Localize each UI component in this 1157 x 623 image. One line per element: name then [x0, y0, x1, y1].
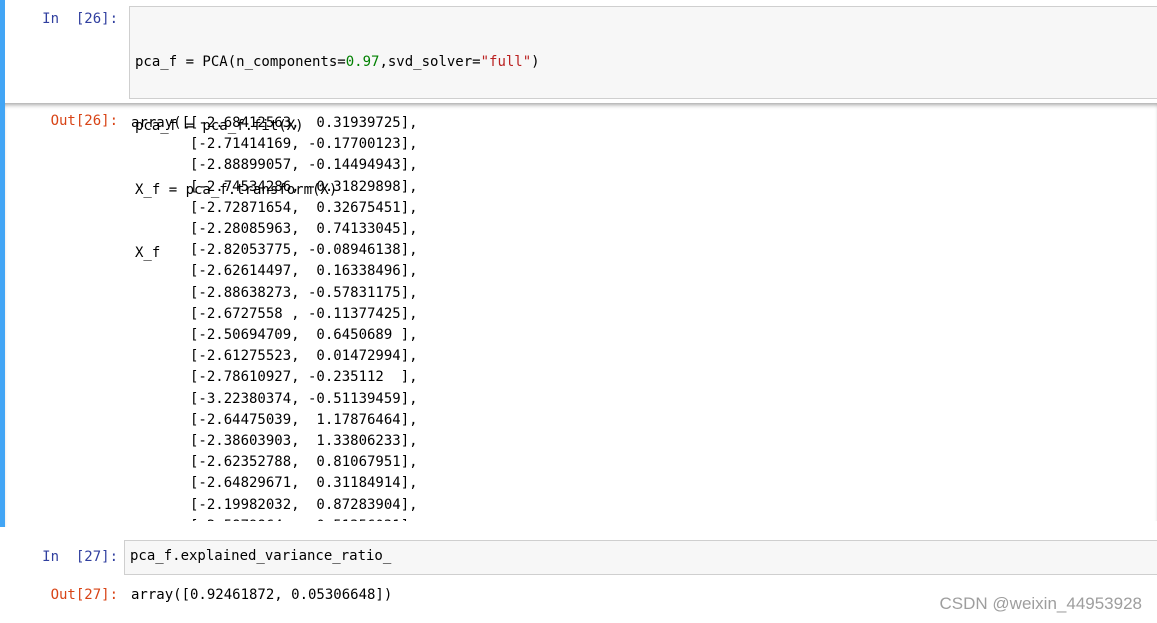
output-27-text: array([0.92461872, 0.05306648]) [131, 587, 393, 603]
in-prompt-27: In [27]: [42, 549, 118, 565]
output-scroll-edge [131, 521, 1157, 527]
code-editor-27[interactable]: pca_f.explained_variance_ratio_ [130, 548, 391, 564]
code-input-27[interactable]: pca_f.explained_variance_ratio_ [124, 540, 1157, 575]
watermark: CSDN @weixin_44953928 [939, 594, 1142, 613]
in-prompt-26: In [26]: [42, 11, 118, 27]
code-line: pca_f = PCA(n_components=0.97,svd_solver… [135, 54, 540, 71]
out-prompt-27: Out[27]: [50, 587, 118, 603]
code-cell-26[interactable]: In [26]: pca_f = PCA(n_components=0.97,s… [0, 0, 1157, 261]
code-input-26[interactable]: pca_f = PCA(n_components=0.97,svd_solver… [129, 6, 1157, 261]
output-scroll-region[interactable]: array([[-2.68412563, 0.31939725], [-2.71… [131, 113, 1157, 525]
number-literal: 0.97 [345, 54, 380, 71]
out-prompt-26: Out[26]: [50, 113, 118, 129]
string-literal: "full" [480, 54, 532, 71]
output-area-26[interactable]: Out[26]: array([[-2.68412563, 0.31939725… [0, 103, 1157, 527]
output-array-text: array([[-2.68412563, 0.31939725], [-2.71… [131, 115, 418, 525]
